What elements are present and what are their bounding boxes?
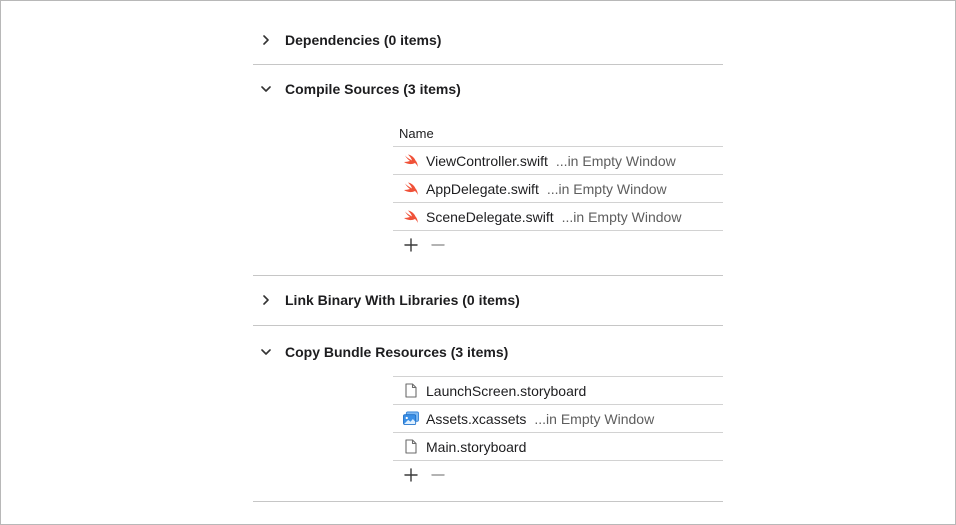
section-divider <box>253 325 723 326</box>
compile-sources-table: Name ViewController.swift ...in Empty Wi… <box>393 120 723 259</box>
section-dependencies[interactable]: Dependencies (0 items) <box>253 27 723 53</box>
table-row[interactable]: ViewController.swift ...in Empty Window <box>393 146 723 174</box>
chevron-down-icon[interactable] <box>254 79 278 99</box>
file-location: ...in Empty Window <box>534 410 655 427</box>
document-icon <box>403 383 419 399</box>
section-divider <box>253 64 723 65</box>
remove-button[interactable] <box>428 465 448 485</box>
section-title: Copy Bundle Resources (3 items) <box>285 344 509 360</box>
file-name: AppDelegate.swift <box>426 180 539 197</box>
table-row[interactable]: SceneDelegate.swift ...in Empty Window <box>393 202 723 231</box>
add-button[interactable] <box>401 465 421 485</box>
chevron-right-icon[interactable] <box>254 290 278 310</box>
chevron-right-icon[interactable] <box>254 30 278 50</box>
file-location: ...in Empty Window <box>555 152 676 169</box>
file-location: ...in Empty Window <box>546 180 667 197</box>
file-location: ...in Empty Window <box>561 208 682 225</box>
file-name: SceneDelegate.swift <box>426 208 554 225</box>
section-divider <box>253 275 723 276</box>
table-row[interactable]: Main.storyboard <box>393 432 723 461</box>
name-column-header[interactable]: Name <box>393 120 723 146</box>
section-link-binary[interactable]: Link Binary With Libraries (0 items) <box>253 287 723 313</box>
file-name: ViewController.swift <box>426 152 548 169</box>
add-remove-bar <box>393 461 723 489</box>
section-title: Dependencies (0 items) <box>285 32 442 48</box>
table-row[interactable]: Assets.xcassets ...in Empty Window <box>393 404 723 432</box>
bundle-resources-table: LaunchScreen.storyboard Assets.xcassets … <box>393 376 723 489</box>
file-name: Main.storyboard <box>426 438 527 455</box>
table-row[interactable]: AppDelegate.swift ...in Empty Window <box>393 174 723 202</box>
add-button[interactable] <box>401 235 421 255</box>
section-copy-bundle-resources[interactable]: Copy Bundle Resources (3 items) <box>253 339 723 365</box>
section-compile-sources[interactable]: Compile Sources (3 items) <box>253 76 723 102</box>
remove-button[interactable] <box>428 235 448 255</box>
section-title: Compile Sources (3 items) <box>285 81 461 97</box>
file-name: Assets.xcassets <box>426 410 527 427</box>
file-name: LaunchScreen.storyboard <box>426 382 587 399</box>
add-remove-bar <box>393 231 723 259</box>
swift-icon <box>403 209 419 225</box>
section-title: Link Binary With Libraries (0 items) <box>285 292 520 308</box>
swift-icon <box>403 153 419 169</box>
table-row[interactable]: LaunchScreen.storyboard <box>393 376 723 404</box>
section-divider <box>253 501 723 502</box>
swift-icon <box>403 181 419 197</box>
chevron-down-icon[interactable] <box>254 342 278 362</box>
asset-catalog-icon <box>403 411 419 427</box>
document-icon <box>403 439 419 455</box>
